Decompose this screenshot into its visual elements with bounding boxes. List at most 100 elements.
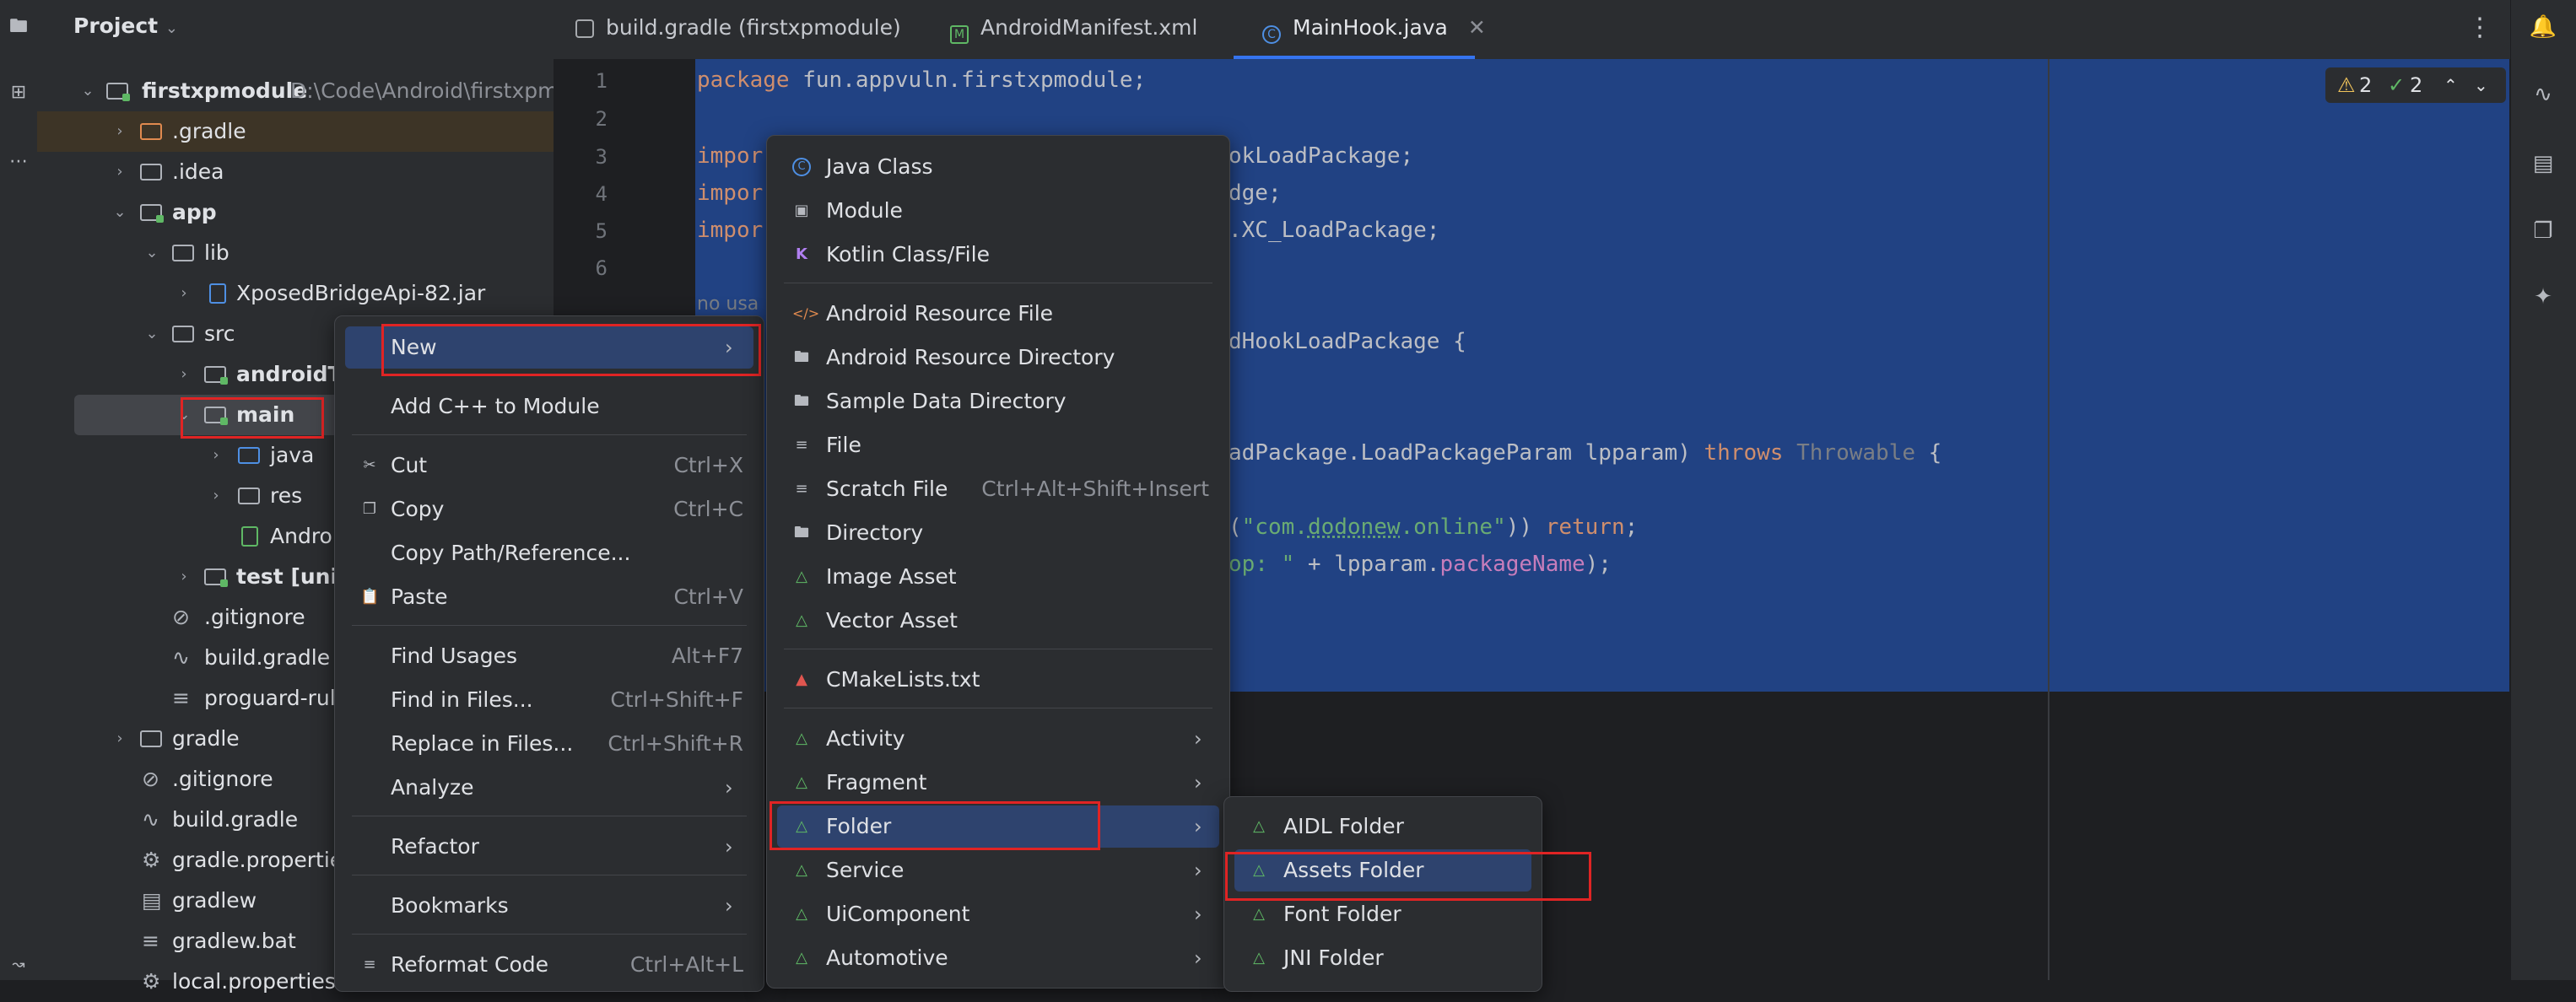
chevron-down-icon[interactable]: ⌄ bbox=[176, 395, 192, 435]
close-icon[interactable]: ✕ bbox=[1468, 15, 1486, 40]
text-file-icon: ≡ bbox=[172, 686, 190, 710]
menu-item-copy-path[interactable]: Copy Path/Reference... bbox=[345, 532, 753, 574]
device-manager-icon[interactable]: ▤ bbox=[2528, 148, 2558, 179]
chevron-right-icon[interactable]: › bbox=[111, 719, 128, 759]
chevron-right-icon[interactable]: › bbox=[208, 476, 224, 516]
menu-item-paste[interactable]: 📋 Paste Ctrl+V bbox=[345, 576, 753, 618]
menu-item-folder[interactable]: △ Folder › bbox=[777, 805, 1219, 848]
chevron-down-icon[interactable]: ⌄ bbox=[143, 233, 160, 273]
menu-item-copy[interactable]: ❐ Copy Ctrl+C bbox=[345, 488, 753, 531]
chevron-right-icon[interactable]: › bbox=[208, 435, 224, 476]
chevron-down-icon[interactable]: ⌄ bbox=[2474, 67, 2488, 103]
menu-item-new[interactable]: New › bbox=[345, 326, 753, 369]
device-mirror-icon[interactable]: ❐ bbox=[2528, 216, 2558, 246]
tab-more-icon[interactable]: ⋮ bbox=[2467, 0, 2492, 59]
tree-row-lib[interactable]: ⌄ lib bbox=[37, 233, 554, 273]
menu-item-android-resource-file[interactable]: </> Android Resource File bbox=[777, 293, 1219, 335]
project-title[interactable]: Project ⌄ bbox=[73, 13, 178, 38]
menu-item-image-asset[interactable]: △ Image Asset bbox=[777, 556, 1219, 598]
menu-item-cut[interactable]: ✂ Cut Ctrl+X bbox=[345, 444, 753, 487]
tab-mainhook[interactable]: C MainHook.java ✕ bbox=[1234, 0, 1486, 59]
chevron-right-icon: › bbox=[1194, 902, 1202, 926]
chevron-right-icon: › bbox=[725, 835, 733, 859]
tree-label: gradlew bbox=[172, 888, 257, 913]
menu-item-refactor[interactable]: Refactor › bbox=[345, 826, 753, 868]
tree-row-idea[interactable]: › .idea bbox=[37, 152, 554, 192]
warning-icon: ⚠ bbox=[2337, 73, 2356, 97]
chevron-right-icon[interactable]: › bbox=[176, 273, 192, 314]
menu-item-font-folder[interactable]: △ Font Folder bbox=[1234, 893, 1531, 935]
gradle-icon[interactable]: ∿ bbox=[2528, 79, 2558, 110]
tree-row-gradle-dir[interactable]: › .gradle bbox=[37, 111, 554, 152]
structure-icon[interactable]: ⊞ bbox=[5, 79, 32, 106]
copy-icon: ❐ bbox=[362, 500, 377, 518]
menu-item-module[interactable]: ▣ Module bbox=[777, 190, 1219, 232]
java-class-icon: C bbox=[1262, 25, 1281, 44]
tree-label: .gradle bbox=[172, 119, 246, 143]
folder-icon[interactable]: 🖿 bbox=[5, 13, 32, 40]
menu-item-android-resource-directory[interactable]: 🖿 Android Resource Directory bbox=[777, 337, 1219, 379]
android-icon: △ bbox=[796, 568, 807, 585]
menu-item-fragment[interactable]: △ Fragment › bbox=[777, 762, 1219, 804]
chevron-down-icon[interactable]: ⌄ bbox=[79, 71, 96, 111]
menu-item-scratch-file[interactable]: ≡ Scratch File Ctrl+Alt+Shift+Insert bbox=[777, 468, 1219, 510]
chevron-down-icon[interactable]: ⌄ bbox=[143, 314, 160, 354]
paste-icon: 📋 bbox=[360, 588, 380, 606]
menu-item-sample-data-directory[interactable]: 🖿 Sample Data Directory bbox=[777, 380, 1219, 423]
xml-file-icon: </> bbox=[792, 305, 820, 321]
menu-item-activity[interactable]: △ Activity › bbox=[777, 718, 1219, 760]
inspection-widget[interactable]: ⚠ 2 ✓ 2 ⌃ ⌄ bbox=[2325, 67, 2506, 103]
gradle-icon: ∿ bbox=[142, 807, 159, 832]
notifications-icon[interactable]: 🔔 bbox=[2528, 12, 2558, 42]
line-number: 3 bbox=[595, 145, 608, 169]
new-submenu: C Java Class ▣ Module K Kotlin Class/Fil… bbox=[766, 135, 1230, 989]
tree-row-app[interactable]: ⌄ app bbox=[37, 192, 554, 233]
tree-label: java bbox=[270, 443, 315, 467]
android-icon: △ bbox=[796, 949, 807, 967]
menu-item-jni-folder[interactable]: △ JNI Folder bbox=[1234, 937, 1531, 979]
chevron-right-icon[interactable]: › bbox=[176, 354, 192, 395]
code-line-4: impor bbox=[697, 180, 764, 206]
chevron-down-icon[interactable]: ⌄ bbox=[111, 192, 128, 233]
check-count: 2 bbox=[2410, 73, 2423, 97]
menu-item-find-usages[interactable]: Find Usages Alt+F7 bbox=[345, 635, 753, 677]
chevron-right-icon[interactable]: › bbox=[111, 111, 128, 152]
tab-android-manifest[interactable]: M AndroidManifest.xml bbox=[950, 0, 1197, 59]
tree-row-jar[interactable]: › XposedBridgeApi-82.jar bbox=[37, 273, 554, 314]
menu-item-service[interactable]: △ Service › bbox=[777, 849, 1219, 892]
more-icon[interactable]: ⋯ bbox=[5, 148, 32, 175]
android-icon: △ bbox=[796, 773, 807, 791]
menu-item-aidl-folder[interactable]: △ AIDL Folder bbox=[1234, 805, 1531, 848]
terminal-icon[interactable]: ↝ bbox=[5, 951, 32, 978]
tab-build-gradle[interactable]: build.gradle (firstxpmodule) bbox=[575, 0, 901, 59]
chevron-up-icon[interactable]: ⌃ bbox=[2444, 67, 2458, 103]
menu-item-cmakelists[interactable]: ▲ CMakeLists.txt bbox=[777, 659, 1219, 701]
gemini-icon[interactable]: ✦ bbox=[2528, 282, 2558, 312]
menu-item-replace-in-files[interactable]: Replace in Files... Ctrl+Shift+R bbox=[345, 723, 753, 765]
menu-item-directory[interactable]: 🖿 Directory bbox=[777, 512, 1219, 554]
folder-icon: 🖿 bbox=[794, 392, 809, 410]
menu-item-assets-folder[interactable]: △ Assets Folder bbox=[1234, 849, 1531, 892]
resource-folder-icon bbox=[238, 488, 260, 504]
chevron-right-icon[interactable]: › bbox=[111, 152, 128, 192]
menu-item-automotive[interactable]: △ Automotive › bbox=[777, 937, 1219, 979]
line-number: 4 bbox=[595, 182, 608, 206]
menu-item-kotlin-class[interactable]: K Kotlin Class/File bbox=[777, 234, 1219, 276]
menu-item-bookmarks[interactable]: Bookmarks › bbox=[345, 885, 753, 927]
editor-tabs: build.gradle (firstxpmodule) M AndroidMan… bbox=[554, 0, 2525, 60]
module-folder-icon bbox=[106, 83, 130, 101]
usages-hint[interactable]: no usa bbox=[697, 294, 759, 315]
menu-item-file[interactable]: ≡ File bbox=[777, 424, 1219, 466]
menu-item-uicomponent[interactable]: △ UiComponent › bbox=[777, 893, 1219, 935]
left-tool-strip: 🖿 ⊞ ⋯ ↝ bbox=[0, 0, 38, 980]
text-file-icon: ≡ bbox=[142, 929, 159, 953]
menu-item-analyze[interactable]: Analyze › bbox=[345, 767, 753, 809]
menu-item-vector-asset[interactable]: △ Vector Asset bbox=[777, 600, 1219, 642]
menu-item-java-class[interactable]: C Java Class bbox=[777, 146, 1219, 188]
folder-icon: 🖿 bbox=[794, 348, 809, 366]
menu-item-add-cpp[interactable]: Add C++ to Module bbox=[345, 385, 753, 428]
tree-row-root[interactable]: ⌄ firstxpmodule D:\Code\Android\firstxpm… bbox=[37, 71, 570, 111]
module-folder-icon bbox=[140, 204, 164, 223]
menu-item-find-in-files[interactable]: Find in Files... Ctrl+Shift+F bbox=[345, 679, 753, 721]
chevron-right-icon[interactable]: › bbox=[176, 557, 192, 597]
